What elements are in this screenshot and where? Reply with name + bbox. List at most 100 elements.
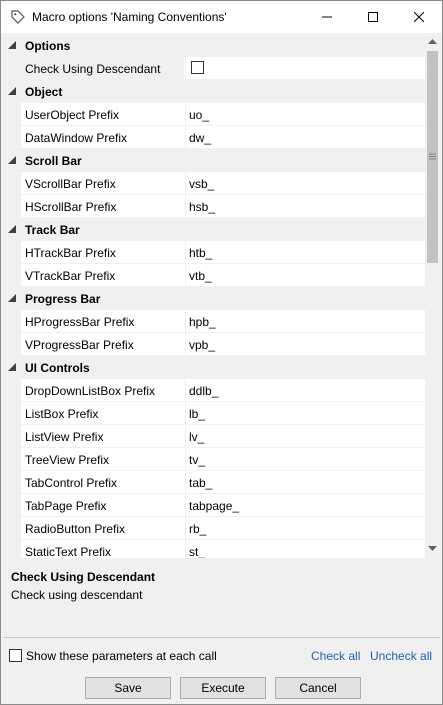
property-value[interactable]: lv_ — [189, 430, 204, 444]
property-row[interactable]: VProgressBar Prefix vpb_ — [4, 333, 425, 356]
category-row[interactable]: UI Controls — [4, 356, 425, 379]
property-name-cell[interactable]: ListBox Prefix — [21, 402, 184, 425]
category-row[interactable]: Scroll Bar — [4, 149, 425, 172]
property-name-cell[interactable]: StaticText Prefix — [21, 540, 184, 558]
property-name-cell[interactable]: UserObject Prefix — [21, 103, 184, 126]
property-name-cell[interactable]: HTrackBar Prefix — [21, 241, 184, 264]
category-label: Progress Bar — [25, 292, 101, 306]
property-row[interactable]: Check Using Descendant — [4, 57, 425, 80]
scroll-down-arrow-icon[interactable] — [428, 546, 437, 552]
category-row[interactable]: Options — [4, 34, 425, 57]
property-value-cell[interactable]: lv_ — [185, 425, 425, 448]
property-value-cell[interactable]: tv_ — [185, 448, 425, 471]
property-value[interactable]: st_ — [189, 545, 205, 558]
property-value[interactable]: tab_ — [189, 476, 212, 490]
property-name-cell[interactable]: HProgressBar Prefix — [21, 310, 184, 333]
property-value-cell[interactable]: dw_ — [185, 126, 425, 149]
property-row[interactable]: ListView Prefix lv_ — [4, 425, 425, 448]
property-value-cell[interactable] — [185, 57, 425, 80]
property-value[interactable]: rb_ — [189, 522, 206, 536]
property-name-cell[interactable]: ListView Prefix — [21, 425, 184, 448]
property-checkbox[interactable] — [191, 61, 204, 74]
property-row[interactable]: HTrackBar Prefix htb_ — [4, 241, 425, 264]
property-value[interactable]: dw_ — [189, 131, 211, 145]
property-value[interactable]: vtb_ — [189, 269, 212, 283]
property-row[interactable]: HScrollBar Prefix hsb_ — [4, 195, 425, 218]
property-row[interactable]: VTrackBar Prefix vtb_ — [4, 264, 425, 287]
cancel-button[interactable]: Cancel — [275, 677, 361, 699]
minimize-button[interactable] — [304, 1, 350, 33]
show-params-checkbox[interactable] — [9, 649, 22, 662]
property-name-cell[interactable]: VProgressBar Prefix — [21, 333, 184, 356]
property-name-cell[interactable]: HScrollBar Prefix — [21, 195, 184, 218]
vertical-scrollbar[interactable] — [425, 34, 440, 558]
property-value-cell[interactable]: vsb_ — [185, 172, 425, 195]
collapse-triangle-icon[interactable] — [8, 294, 16, 302]
property-value[interactable]: uo_ — [189, 108, 209, 122]
show-params-label[interactable]: Show these parameters at each call — [26, 649, 217, 663]
property-name-cell[interactable]: VScrollBar Prefix — [21, 172, 184, 195]
property-grid[interactable]: Options Check Using Descendant Object UserO… — [4, 34, 440, 558]
collapse-triangle-icon[interactable] — [8, 156, 16, 164]
category-row[interactable]: Object — [4, 80, 425, 103]
property-value-cell[interactable]: vpb_ — [185, 333, 425, 356]
macro-options-dialog: Macro options 'Naming Conventions' Optio… — [0, 0, 443, 705]
property-value[interactable]: hsb_ — [189, 200, 215, 214]
property-name-cell[interactable]: TabControl Prefix — [21, 471, 184, 494]
property-value-cell[interactable]: htb_ — [185, 241, 425, 264]
collapse-triangle-icon[interactable] — [8, 363, 16, 371]
execute-button[interactable]: Execute — [180, 677, 266, 699]
category-row[interactable]: Track Bar — [4, 218, 425, 241]
property-name-cell[interactable]: TreeView Prefix — [21, 448, 184, 471]
property-name-cell[interactable]: TabPage Prefix — [21, 494, 184, 517]
property-row[interactable]: TabPage Prefix tabpage_ — [4, 494, 425, 517]
property-row[interactable]: VScrollBar Prefix vsb_ — [4, 172, 425, 195]
property-value[interactable]: ddlb_ — [189, 384, 218, 398]
property-name-cell[interactable]: VTrackBar Prefix — [21, 264, 184, 287]
property-value-cell[interactable]: uo_ — [185, 103, 425, 126]
property-value-cell[interactable]: hsb_ — [185, 195, 425, 218]
property-name-cell[interactable]: DataWindow Prefix — [21, 126, 184, 149]
scrollbar-thumb[interactable] — [427, 51, 438, 263]
property-value-cell[interactable]: hpb_ — [185, 310, 425, 333]
property-value-cell[interactable]: st_ — [185, 540, 425, 558]
uncheck-all-link[interactable]: Uncheck all — [370, 649, 432, 663]
check-all-link[interactable]: Check all — [311, 649, 360, 663]
property-row[interactable]: RadioButton Prefix rb_ — [4, 517, 425, 540]
property-row[interactable]: StaticText Prefix st_ — [4, 540, 425, 558]
property-row[interactable]: ListBox Prefix lb_ — [4, 402, 425, 425]
property-value-cell[interactable]: ddlb_ — [185, 379, 425, 402]
title-bar[interactable]: Macro options 'Naming Conventions' — [1, 1, 442, 33]
collapse-triangle-icon[interactable] — [8, 41, 16, 49]
property-value[interactable]: hpb_ — [189, 315, 216, 329]
scroll-up-arrow-icon[interactable] — [428, 39, 437, 45]
collapse-triangle-icon[interactable] — [8, 87, 16, 95]
property-row[interactable]: DataWindow Prefix dw_ — [4, 126, 425, 149]
property-name-cell[interactable]: DropDownListBox Prefix — [21, 379, 184, 402]
row-gutter — [4, 103, 21, 126]
property-name-cell[interactable]: Check Using Descendant — [21, 57, 184, 80]
property-value-cell[interactable]: rb_ — [185, 517, 425, 540]
property-value[interactable]: vsb_ — [189, 177, 214, 191]
property-row[interactable]: UserObject Prefix uo_ — [4, 103, 425, 126]
property-value-cell[interactable]: tab_ — [185, 471, 425, 494]
collapse-triangle-icon[interactable] — [8, 225, 16, 233]
property-name-cell[interactable]: RadioButton Prefix — [21, 517, 184, 540]
maximize-button[interactable] — [350, 1, 396, 33]
property-row[interactable]: HProgressBar Prefix hpb_ — [4, 310, 425, 333]
property-value[interactable]: vpb_ — [189, 338, 215, 352]
row-gutter — [4, 126, 21, 149]
property-value-cell[interactable]: tabpage_ — [185, 494, 425, 517]
property-value-cell[interactable]: lb_ — [185, 402, 425, 425]
property-value[interactable]: tv_ — [189, 453, 205, 467]
property-row[interactable]: TabControl Prefix tab_ — [4, 471, 425, 494]
save-button[interactable]: Save — [85, 677, 171, 699]
property-value[interactable]: tabpage_ — [189, 499, 239, 513]
property-value[interactable]: lb_ — [189, 407, 205, 421]
category-row[interactable]: Progress Bar — [4, 287, 425, 310]
property-row[interactable]: TreeView Prefix tv_ — [4, 448, 425, 471]
property-value[interactable]: htb_ — [189, 246, 212, 260]
close-button[interactable] — [396, 1, 442, 33]
property-value-cell[interactable]: vtb_ — [185, 264, 425, 287]
property-row[interactable]: DropDownListBox Prefix ddlb_ — [4, 379, 425, 402]
